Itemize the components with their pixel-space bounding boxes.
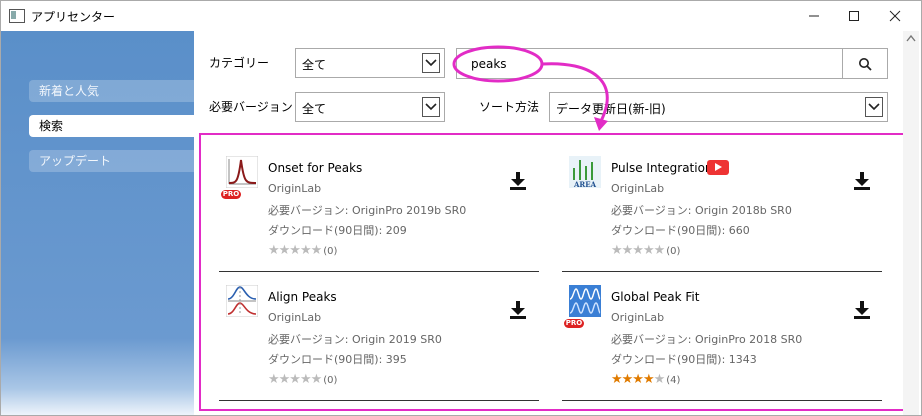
app-name[interactable]: Global Peak Fit bbox=[611, 290, 699, 304]
maximize-icon bbox=[849, 11, 859, 21]
sidebar-item-new-popular[interactable]: 新着と人気 bbox=[29, 80, 194, 102]
sidebar-item-label: アップデート bbox=[39, 154, 112, 168]
search-value: peaks bbox=[471, 57, 507, 71]
category-label: カテゴリー bbox=[209, 56, 270, 70]
rating-stars: ★★★★★ (4) bbox=[611, 372, 681, 387]
scrollbar[interactable] bbox=[903, 31, 919, 415]
rating-count: (0) bbox=[666, 246, 681, 257]
minimize-icon bbox=[809, 15, 819, 17]
search-button[interactable] bbox=[842, 48, 888, 79]
download-icon[interactable] bbox=[853, 300, 871, 320]
version-value: 全て bbox=[302, 102, 327, 116]
sidebar-item-label: 検索 bbox=[39, 119, 64, 133]
dropdown-arrow-icon bbox=[422, 53, 440, 73]
app-required-version: 必要バージョン: OriginPro 2019b SR0 bbox=[268, 204, 467, 217]
rating-count: (0) bbox=[323, 375, 338, 386]
sidebar-item-search[interactable]: 検索 bbox=[29, 115, 194, 137]
peak-chart-icon bbox=[226, 156, 258, 188]
dropdown-arrow-icon bbox=[422, 97, 440, 117]
sort-select[interactable]: データ更新日(新-旧) bbox=[549, 92, 888, 122]
rating-stars: ★★★★★ (0) bbox=[268, 372, 338, 387]
app-publisher: OriginLab bbox=[611, 182, 665, 195]
sidebar-item-label: 新着と人気 bbox=[39, 84, 100, 98]
app-publisher: OriginLab bbox=[268, 311, 322, 324]
youtube-icon[interactable] bbox=[707, 160, 729, 175]
app-required-version: 必要バージョン: Origin 2019 SR0 bbox=[268, 333, 442, 346]
minimize-button[interactable] bbox=[796, 1, 832, 31]
app-downloads: ダウンロード(90日間): 395 bbox=[268, 353, 407, 366]
search-results-panel: PRO Onset for Peaks OriginLab 必要バージョン: O… bbox=[199, 133, 909, 411]
app-downloads: ダウンロード(90日間): 660 bbox=[611, 224, 750, 237]
rating-stars: ★★★★★ (0) bbox=[268, 243, 338, 258]
app-publisher: OriginLab bbox=[268, 182, 322, 195]
category-value: 全て bbox=[302, 58, 327, 72]
download-icon[interactable] bbox=[853, 171, 871, 191]
download-icon[interactable] bbox=[509, 171, 527, 191]
download-icon[interactable] bbox=[509, 300, 527, 320]
app-name[interactable]: Onset for Peaks bbox=[268, 161, 362, 175]
rating-stars: ★★★★★ (0) bbox=[611, 243, 681, 258]
area-chart-icon: AREA bbox=[569, 156, 601, 188]
thumb-label: AREA bbox=[573, 180, 597, 188]
close-button[interactable] bbox=[877, 1, 913, 31]
app-card-global-peak-fit[interactable]: PRO Global Peak Fit OriginLab 必要バージョン: O… bbox=[562, 280, 882, 401]
aligned-peaks-icon bbox=[226, 285, 258, 317]
rating-count: (4) bbox=[666, 375, 681, 386]
app-downloads: ダウンロード(90日間): 209 bbox=[268, 224, 407, 237]
rating-count: (0) bbox=[323, 246, 338, 257]
close-icon bbox=[889, 10, 901, 22]
sort-label: ソート方法 bbox=[479, 100, 540, 114]
app-required-version: 必要バージョン: Origin 2018b SR0 bbox=[611, 204, 792, 217]
search-input[interactable]: peaks bbox=[456, 48, 843, 79]
maximize-button[interactable] bbox=[836, 1, 872, 31]
app-downloads: ダウンロード(90日間): 1343 bbox=[611, 353, 757, 366]
sidebar-item-updates[interactable]: アップデート bbox=[29, 150, 194, 172]
search-icon bbox=[859, 57, 872, 71]
dropdown-arrow-icon bbox=[865, 97, 883, 117]
sidebar: 新着と人気 検索 アップデート bbox=[1, 31, 194, 415]
app-window-icon bbox=[9, 9, 25, 23]
pro-badge: PRO bbox=[221, 190, 241, 199]
app-center-window: アプリセンター 新着と人気 検索 アップデート カテゴリー 全て peaks 必… bbox=[0, 0, 922, 416]
title-bar: アプリセンター bbox=[1, 1, 921, 31]
version-label: 必要バージョン bbox=[209, 100, 293, 114]
peak-fit-icon bbox=[569, 285, 601, 317]
app-required-version: 必要バージョン: OriginPro 2018 SR0 bbox=[611, 333, 803, 346]
pro-badge: PRO bbox=[564, 319, 584, 328]
app-publisher: OriginLab bbox=[611, 311, 665, 324]
scroll-up-icon[interactable] bbox=[903, 31, 919, 45]
app-name[interactable]: Pulse Integration bbox=[611, 161, 713, 175]
sort-value: データ更新日(新-旧) bbox=[556, 102, 666, 116]
app-card-pulse-integration[interactable]: AREA Pulse Integration OriginLab 必要バージョン… bbox=[562, 151, 882, 272]
category-select[interactable]: 全て bbox=[295, 48, 445, 78]
version-select[interactable]: 全て bbox=[295, 92, 445, 122]
app-card-align-peaks[interactable]: Align Peaks OriginLab 必要バージョン: Origin 20… bbox=[219, 280, 539, 401]
app-name[interactable]: Align Peaks bbox=[268, 290, 337, 304]
window-title: アプリセンター bbox=[31, 10, 116, 24]
app-card-onset-for-peaks[interactable]: PRO Onset for Peaks OriginLab 必要バージョン: O… bbox=[219, 151, 539, 272]
